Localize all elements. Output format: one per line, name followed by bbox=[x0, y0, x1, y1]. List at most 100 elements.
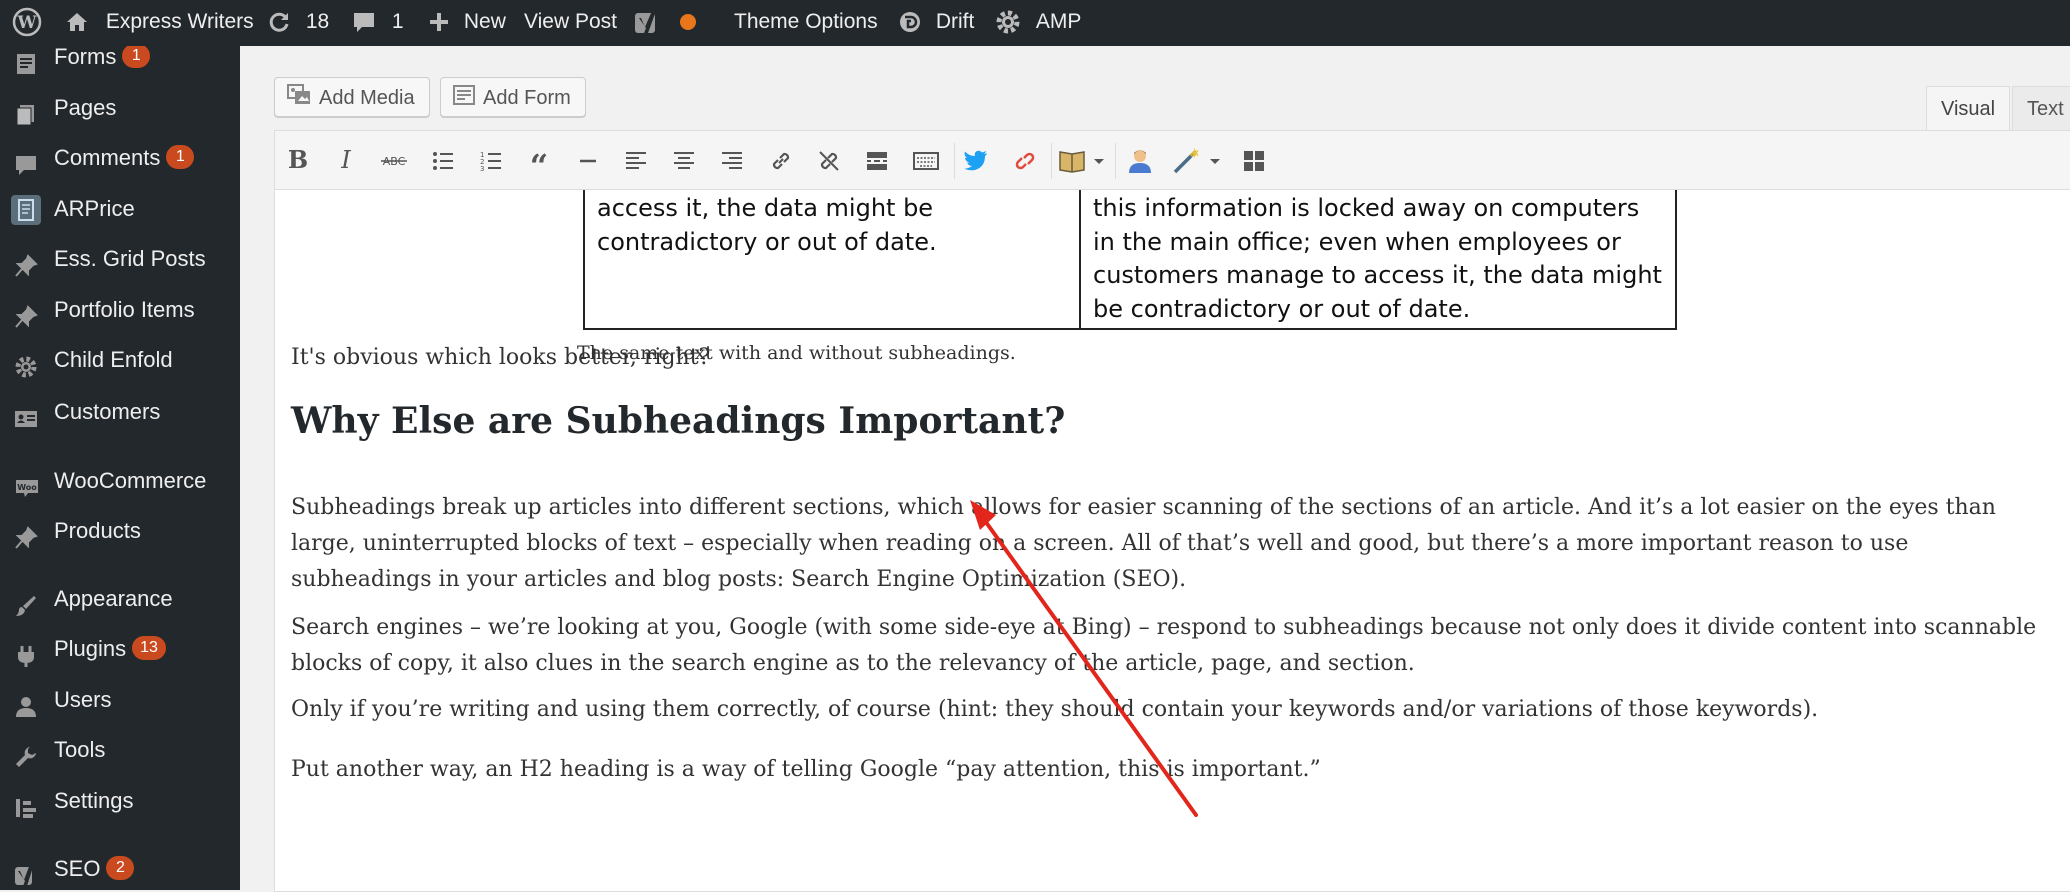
sidebar-item-label: Customers bbox=[54, 399, 161, 424]
paragraph-4: Put another way, an H2 heading is a way … bbox=[291, 757, 1321, 782]
admin-bar: W Express Writers 18 1 New View Post The… bbox=[0, 0, 2070, 46]
forms-icon bbox=[14, 46, 38, 74]
admin-sidebar: Forms 1 Pages Comments 1 ARPrice Ess. Grid… bbox=[0, 46, 240, 890]
book-dropdown-icon[interactable] bbox=[1055, 141, 1111, 179]
sidebar-item-child-enfold[interactable]: Child Enfold bbox=[0, 337, 240, 383]
seo-badge: 2 bbox=[106, 856, 135, 881]
sidebar-item-label: Tools bbox=[54, 737, 106, 762]
updates-count: 18 bbox=[305, 10, 330, 33]
italic-icon[interactable]: I bbox=[327, 141, 365, 179]
person-icon[interactable] bbox=[1121, 141, 1159, 179]
sidebar-item-tools[interactable]: Tools bbox=[0, 727, 240, 773]
sidebar-item-label: SEO bbox=[54, 856, 101, 881]
sidebar-item-portfolio-items[interactable]: Portfolio Items bbox=[0, 287, 240, 333]
remove-link-icon[interactable] bbox=[810, 141, 848, 179]
align-center-icon[interactable] bbox=[665, 141, 703, 179]
pin-icon bbox=[14, 248, 38, 277]
pages-icon bbox=[14, 97, 38, 126]
sidebar-item-label: Forms bbox=[54, 46, 117, 69]
sidebar-item-pages[interactable]: Pages bbox=[0, 85, 240, 131]
sidebar-item-arprice[interactable]: ARPrice bbox=[0, 186, 240, 232]
sidebar-item-label: Child Enfold bbox=[54, 347, 173, 372]
comments-count: 1 bbox=[391, 10, 404, 33]
site-name-link[interactable]: Express Writers bbox=[64, 0, 254, 46]
gear-icon bbox=[14, 349, 38, 378]
magic-wand-dropdown-icon[interactable] bbox=[1169, 141, 1227, 179]
sidebar-item-users[interactable]: Users bbox=[0, 677, 240, 723]
align-left-icon[interactable] bbox=[617, 141, 655, 179]
sidebar-item-label: ARPrice bbox=[54, 196, 135, 221]
plugins-badge: 13 bbox=[132, 636, 166, 661]
updates-link[interactable]: 18 bbox=[266, 0, 329, 46]
editor-content[interactable]: access it, the data might be contradicto… bbox=[275, 190, 2070, 891]
shortlink-icon[interactable] bbox=[1006, 141, 1044, 179]
insert-link-icon[interactable] bbox=[762, 141, 800, 179]
sidebar-item-products[interactable]: Products bbox=[0, 508, 240, 554]
sidebar-item-label: Pages bbox=[54, 95, 117, 120]
sidebar-item-label: Settings bbox=[54, 788, 134, 813]
sidebar-item-customers[interactable]: Customers bbox=[0, 389, 240, 435]
paragraph-2: Search engines – we’re looking at you, G… bbox=[291, 615, 2037, 676]
blockquote-icon[interactable]: “ bbox=[520, 141, 558, 185]
sidebar-item-forms[interactable]: Forms 1 bbox=[0, 46, 240, 80]
svg-text:3: 3 bbox=[480, 165, 484, 172]
settings-icon bbox=[14, 790, 38, 818]
plus-icon bbox=[430, 13, 448, 32]
bulleted-list-icon[interactable] bbox=[424, 141, 462, 179]
gear-icon bbox=[996, 10, 1020, 34]
theme-options-link[interactable]: Theme Options bbox=[734, 0, 878, 46]
strikethrough-icon[interactable]: ABC bbox=[375, 141, 413, 179]
drift-icon bbox=[900, 12, 920, 33]
table-cell-left: access it, the data might be contradicto… bbox=[583, 190, 1081, 330]
sidebar-item-seo[interactable]: SEO 2 bbox=[0, 846, 240, 890]
bold-icon[interactable]: B bbox=[279, 141, 317, 179]
pin-icon bbox=[14, 299, 38, 328]
read-more-icon[interactable] bbox=[858, 141, 896, 179]
sidebar-item-label: Comments bbox=[54, 145, 161, 170]
add-form-label: Add Form bbox=[483, 87, 571, 109]
drift-link[interactable]: Drift bbox=[898, 0, 974, 46]
add-media-icon bbox=[287, 79, 311, 119]
view-post-link[interactable]: View Post bbox=[524, 0, 617, 46]
brush-icon bbox=[14, 588, 38, 616]
comment-bubble-icon bbox=[354, 13, 374, 33]
sidebar-item-woocommerce[interactable]: Woo WooCommerce bbox=[0, 458, 240, 504]
sidebar-item-comments[interactable]: Comments 1 bbox=[0, 135, 240, 181]
tab-text[interactable]: Text bbox=[2012, 86, 2070, 130]
wrench-icon bbox=[14, 739, 38, 767]
grid-icon[interactable] bbox=[1235, 141, 1273, 179]
comments-link[interactable]: 1 bbox=[352, 0, 404, 46]
new-content-link[interactable]: New bbox=[428, 0, 506, 46]
customers-icon bbox=[14, 401, 38, 427]
add-form-button[interactable]: Add Form bbox=[440, 77, 586, 117]
sidebar-item-label: WooCommerce bbox=[54, 468, 207, 493]
site-name: Express Writers bbox=[105, 10, 254, 33]
sidebar-item-plugins[interactable]: Plugins 13 bbox=[0, 626, 240, 672]
sidebar-item-appearance[interactable]: Appearance bbox=[0, 576, 240, 622]
drift-label: Drift bbox=[935, 10, 975, 33]
tab-visual[interactable]: Visual bbox=[1926, 86, 2011, 132]
forms-badge: 1 bbox=[122, 46, 151, 69]
editor-frame: B I ABC 123 “ access it, the data might … bbox=[274, 130, 2070, 892]
amp-link[interactable]: AMP bbox=[994, 0, 1081, 46]
twitter-icon[interactable] bbox=[957, 141, 995, 179]
new-label: New bbox=[463, 10, 506, 33]
sidebar-item-label: Appearance bbox=[54, 586, 173, 611]
paragraph-1: Subheadings break up articles into diffe… bbox=[291, 495, 1996, 592]
align-right-icon[interactable] bbox=[713, 141, 751, 179]
yoast-seo-menu[interactable] bbox=[632, 0, 696, 46]
comments-icon bbox=[14, 147, 38, 175]
table-cell-right: this information is locked away on compu… bbox=[1079, 190, 1677, 330]
numbered-list-icon[interactable]: 123 bbox=[472, 141, 510, 179]
users-icon bbox=[14, 689, 38, 717]
plugins-icon bbox=[14, 638, 38, 667]
sidebar-item-label: Products bbox=[54, 518, 141, 543]
sidebar-item-ess-grid-posts[interactable]: Ess. Grid Posts bbox=[0, 236, 240, 282]
pin-icon bbox=[14, 520, 38, 549]
sidebar-item-settings[interactable]: Settings bbox=[0, 778, 240, 824]
add-media-button[interactable]: Add Media bbox=[274, 77, 430, 117]
toolbar-toggle-icon[interactable] bbox=[907, 141, 945, 179]
horizontal-line-icon[interactable] bbox=[569, 141, 607, 179]
yoast-icon bbox=[14, 858, 38, 886]
wordpress-logo-icon[interactable]: W bbox=[12, 0, 42, 46]
